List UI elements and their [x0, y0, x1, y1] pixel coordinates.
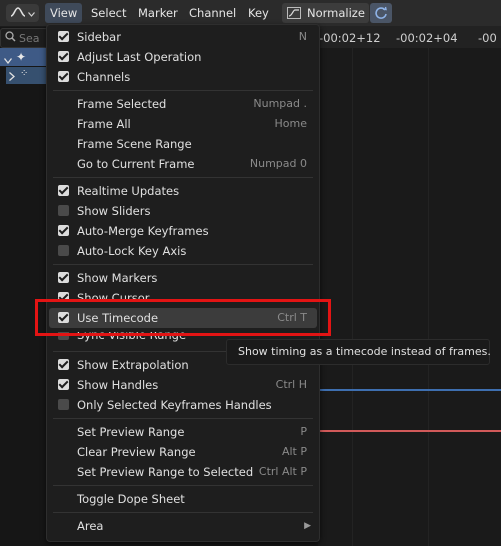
editor-type-selector[interactable] — [6, 4, 39, 22]
menu-separator — [53, 512, 313, 513]
menu-channel[interactable]: Channel — [184, 3, 241, 23]
menu-item-frame-all[interactable]: Frame All Home — [49, 114, 317, 134]
refresh-icon — [375, 6, 387, 19]
view-menu: Sidebar N Adjust Last Operation Channels… — [46, 24, 320, 542]
menu-item-frame-selected[interactable]: Frame Selected Numpad . — [49, 94, 317, 114]
checkbox[interactable] — [58, 379, 69, 390]
search-placeholder: Sea — [19, 31, 40, 45]
fcurve-blue[interactable] — [318, 389, 501, 391]
checkbox[interactable] — [58, 185, 69, 196]
graph-area[interactable] — [318, 48, 501, 546]
menu-item-area[interactable]: Area ▶ — [49, 516, 317, 536]
normalize-toggle[interactable]: Normalize — [282, 3, 369, 23]
checkbox[interactable] — [58, 31, 69, 42]
menu-separator — [53, 177, 313, 178]
chevron-down-icon — [3, 53, 13, 67]
menu-item-adjust-last-operation[interactable]: Adjust Last Operation — [49, 47, 317, 67]
checkbox[interactable] — [58, 71, 69, 82]
channel-search-field[interactable]: Sea — [0, 28, 48, 48]
grid-line — [352, 48, 353, 546]
checkbox[interactable] — [58, 399, 69, 410]
menu-separator — [53, 418, 313, 419]
tooltip: Show timing as a timecode instead of fra… — [226, 339, 491, 365]
chevron-right-icon — [9, 70, 15, 84]
normalize-label: Normalize — [307, 6, 365, 20]
menu-item-show-handles[interactable]: Show Handles Ctrl H — [49, 375, 317, 395]
menu-item-channels[interactable]: Channels — [49, 67, 317, 87]
normalize-icon — [287, 7, 301, 19]
keyframes-icon: ⁘ — [20, 68, 29, 79]
menu-item-clear-preview-range[interactable]: Clear Preview Range Alt P — [49, 442, 317, 462]
menu-view[interactable]: View — [45, 3, 83, 23]
menu-item-realtime-updates[interactable]: Realtime Updates — [49, 181, 317, 201]
search-icon — [5, 31, 16, 45]
submenu-arrow-icon: ▶ — [304, 521, 311, 531]
menu-item-set-preview-range[interactable]: Set Preview Range P — [49, 422, 317, 442]
fcurve-red[interactable] — [318, 430, 501, 432]
frame-label: -00:02+04 — [396, 31, 458, 45]
menu-separator — [53, 90, 313, 91]
frame-label: -00 — [478, 31, 497, 45]
menu-item-toggle-dope-sheet[interactable]: Toggle Dope Sheet — [49, 489, 317, 509]
sync-refresh-button[interactable] — [370, 3, 392, 23]
menu-marker[interactable]: Marker — [133, 3, 183, 23]
menu-separator — [53, 264, 313, 265]
highlight-box — [35, 299, 331, 336]
grid-line — [428, 48, 429, 546]
checkbox[interactable] — [58, 225, 69, 236]
checkbox[interactable] — [58, 272, 69, 283]
armature-icon: ✦ — [16, 50, 27, 64]
graph-editor-icon — [10, 5, 26, 22]
menu-item-auto-lock-key-axis[interactable]: Auto-Lock Key Axis — [49, 241, 317, 261]
checkbox[interactable] — [58, 359, 69, 370]
menu-item-sidebar[interactable]: Sidebar N — [49, 27, 317, 47]
menu-select[interactable]: Select — [86, 3, 131, 23]
menu-separator — [53, 485, 313, 486]
checkbox[interactable] — [58, 51, 69, 62]
menu-item-go-to-current-frame[interactable]: Go to Current Frame Numpad 0 — [49, 154, 317, 174]
channel-row-object[interactable]: ✦ — [0, 48, 46, 66]
menu-item-set-preview-range-to-selected[interactable]: Set Preview Range to Selected Ctrl Alt P — [49, 462, 317, 482]
frame-label: -00:02+12 — [319, 31, 381, 45]
checkbox[interactable] — [58, 205, 69, 216]
chevron-down-icon — [28, 6, 35, 20]
menu-item-show-sliders[interactable]: Show Sliders — [49, 201, 317, 221]
menu-item-frame-scene-range[interactable]: Frame Scene Range — [49, 134, 317, 154]
checkbox[interactable] — [58, 245, 69, 256]
menu-item-show-markers[interactable]: Show Markers — [49, 268, 317, 288]
menu-item-auto-merge-keyframes[interactable]: Auto-Merge Keyframes — [49, 221, 317, 241]
menu-item-only-selected-keyframes-handles[interactable]: Only Selected Keyframes Handles — [49, 395, 317, 415]
channel-row-action[interactable]: ⁘ — [6, 67, 46, 84]
editor-header: View Select Marker Channel Key Normalize — [0, 0, 501, 27]
menu-key[interactable]: Key — [243, 3, 274, 23]
